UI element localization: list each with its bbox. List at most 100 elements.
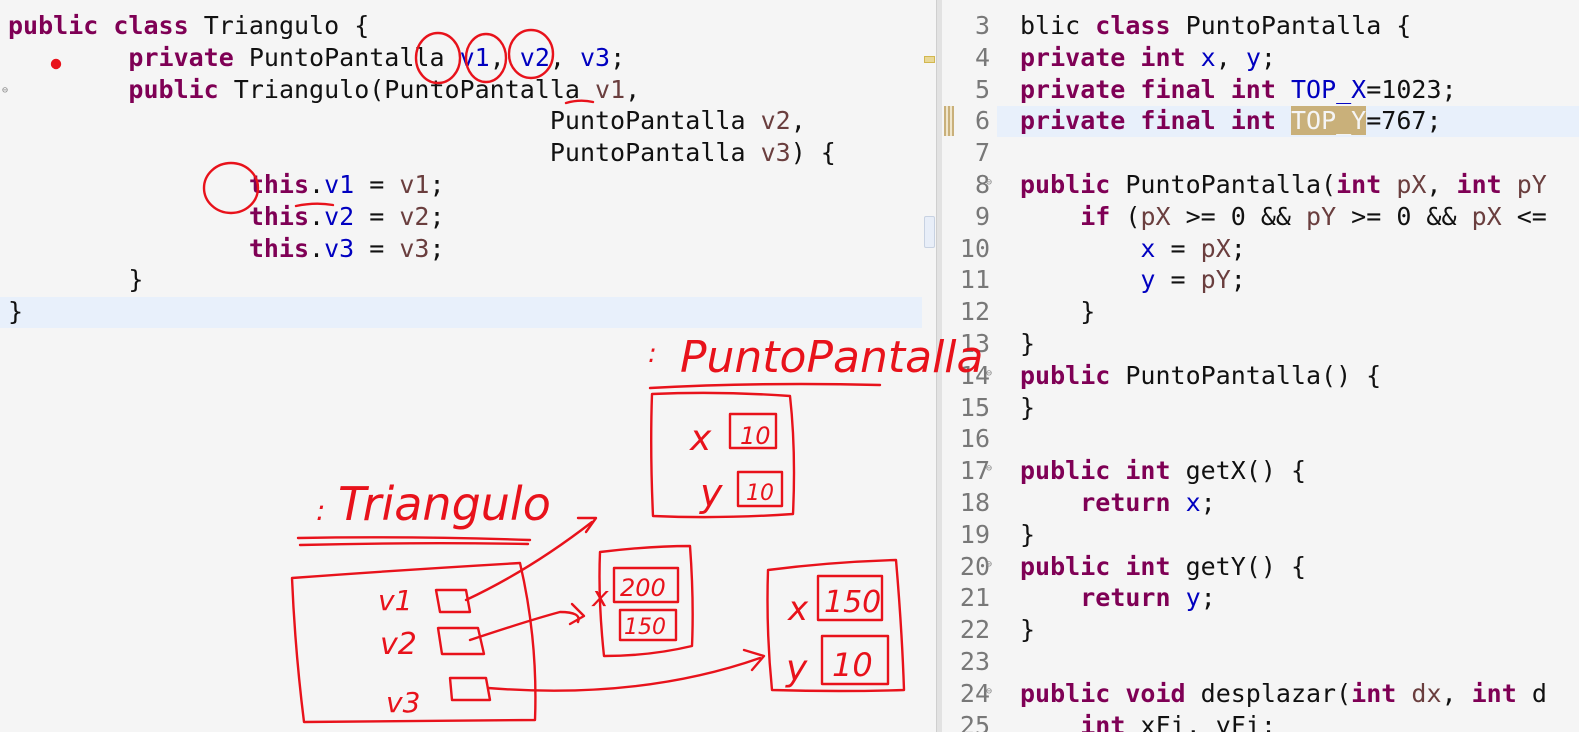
line-number: 9: [974, 201, 990, 231]
code-line[interactable]: }: [1020, 392, 1579, 424]
change-indicator: [944, 106, 954, 136]
line-number: 16: [959, 424, 990, 454]
code-line[interactable]: this.v3 = v3;: [8, 233, 836, 265]
code-line[interactable]: }: [1020, 519, 1579, 551]
code-token: ,: [1441, 678, 1472, 708]
line-number: 12: [959, 297, 990, 327]
line-number: 5: [974, 74, 990, 104]
code-line[interactable]: private final int TOP_Y=767;: [1020, 105, 1579, 137]
code-token: ;: [610, 42, 626, 72]
code-line[interactable]: y = pY;: [1020, 264, 1579, 296]
fold-collapse-icon[interactable]: ⊖: [2, 85, 8, 96]
code-line[interactable]: this.v1 = v1;: [8, 169, 836, 201]
code-token: class: [113, 11, 189, 40]
line-number: 15: [959, 392, 990, 422]
warning-overview-marker[interactable]: [924, 56, 935, 63]
line-number: 25: [959, 710, 990, 732]
code-line[interactable]: x = pX;: [1020, 233, 1579, 265]
code-line[interactable]: public class Triangulo {: [8, 10, 836, 42]
code-line[interactable]: PuntoPantalla v3) {: [8, 137, 836, 169]
right-editor-pane[interactable]: 3 4 5 6 7 8 9 10 11 12 13 14 15 16 17 18 19 20 21 22 23 24 25 …: [942, 0, 1579, 732]
left-editor-pane[interactable]: public class Triangulo { private PuntoPa…: [0, 0, 936, 732]
code-token: ;: [1260, 42, 1276, 72]
code-line[interactable]: [1020, 423, 1579, 455]
code-line[interactable]: public PuntoPantalla(int pX, int pY: [1020, 169, 1579, 201]
code-token: private: [128, 42, 234, 72]
code-line[interactable]: public int getY() {: [1020, 551, 1579, 583]
code-token: =: [1155, 233, 1201, 263]
code-token: ;: [429, 201, 445, 231]
code-token: x: [1185, 487, 1201, 517]
code-line[interactable]: if (pX >= 0 && pY >= 0 && pX <=: [1020, 201, 1579, 233]
overview-ruler-thumb[interactable]: [924, 216, 935, 248]
fold-collapse-icon[interactable]: ⊖: [986, 177, 992, 188]
code-token: PuntoPantalla: [233, 42, 460, 72]
line-number: 3: [974, 11, 990, 40]
code-token: public: [1020, 169, 1111, 199]
code-line[interactable]: [1020, 646, 1579, 678]
code-line[interactable]: }: [1020, 614, 1579, 646]
code-line[interactable]: public int getX() {: [1020, 455, 1579, 487]
code-token: blic: [1020, 11, 1096, 40]
code-token: final: [1140, 106, 1216, 136]
code-token: >= 0 &&: [1336, 201, 1472, 231]
line-number: 24: [959, 678, 990, 708]
code-token: getX() {: [1170, 456, 1306, 486]
fold-collapse-icon[interactable]: ⊖: [986, 368, 992, 379]
fold-collapse-icon[interactable]: ⊖: [986, 559, 992, 570]
code-token: private: [1020, 42, 1126, 72]
code-token: dx: [1411, 678, 1442, 708]
code-token: ;: [1230, 265, 1246, 295]
code-line[interactable]: int xFi, yFi;: [1020, 710, 1579, 732]
right-code-area[interactable]: blic class PuntoPantalla {private int x,…: [1020, 10, 1579, 732]
code-token: v1: [595, 74, 626, 104]
code-token: }: [1020, 392, 1036, 422]
fold-collapse-icon[interactable]: ⊖: [986, 463, 992, 474]
code-line[interactable]: }: [8, 264, 836, 296]
code-line[interactable]: PuntoPantalla v2,: [8, 105, 836, 137]
code-line[interactable]: return x;: [1020, 487, 1579, 519]
code-token: }: [8, 297, 24, 327]
code-token: private: [1020, 106, 1126, 136]
code-line[interactable]: }: [8, 296, 836, 328]
fold-collapse-icon[interactable]: ⊖: [986, 686, 992, 697]
code-token: v2: [519, 42, 550, 72]
code-line[interactable]: public PuntoPantalla() {: [1020, 360, 1579, 392]
code-token: int: [1471, 678, 1517, 708]
code-line[interactable]: public void desplazar(int dx, int d: [1020, 678, 1579, 710]
line-number: 21: [959, 583, 990, 613]
code-token: private: [1020, 74, 1126, 104]
left-code-area[interactable]: public class Triangulo { private PuntoPa…: [8, 10, 836, 328]
code-line[interactable]: private final int TOP_X=1023;: [1020, 74, 1579, 106]
code-line[interactable]: private PuntoPantalla v1, v2, v3;: [8, 42, 836, 74]
code-token: pY: [1200, 265, 1231, 295]
line-number: 14: [959, 360, 990, 390]
code-token: ;: [1200, 487, 1216, 517]
code-token: public: [1020, 678, 1111, 708]
code-line[interactable]: public Triangulo(PuntoPantalla v1,: [8, 74, 836, 106]
code-line[interactable]: }: [1020, 296, 1579, 328]
code-line[interactable]: this.v2 = v2;: [8, 201, 836, 233]
code-token: xFi, yFi;: [1125, 710, 1276, 732]
code-line[interactable]: [1020, 137, 1579, 169]
code-token: v3: [324, 233, 355, 263]
code-token: =: [354, 169, 400, 199]
code-line[interactable]: private int x, y;: [1020, 42, 1579, 74]
code-token: v3: [760, 138, 791, 168]
code-line[interactable]: blic class PuntoPantalla {: [1020, 10, 1579, 42]
code-token: public: [1020, 551, 1111, 581]
code-line[interactable]: return y;: [1020, 582, 1579, 614]
code-line[interactable]: }: [1020, 328, 1579, 360]
code-token: }: [1020, 519, 1036, 549]
